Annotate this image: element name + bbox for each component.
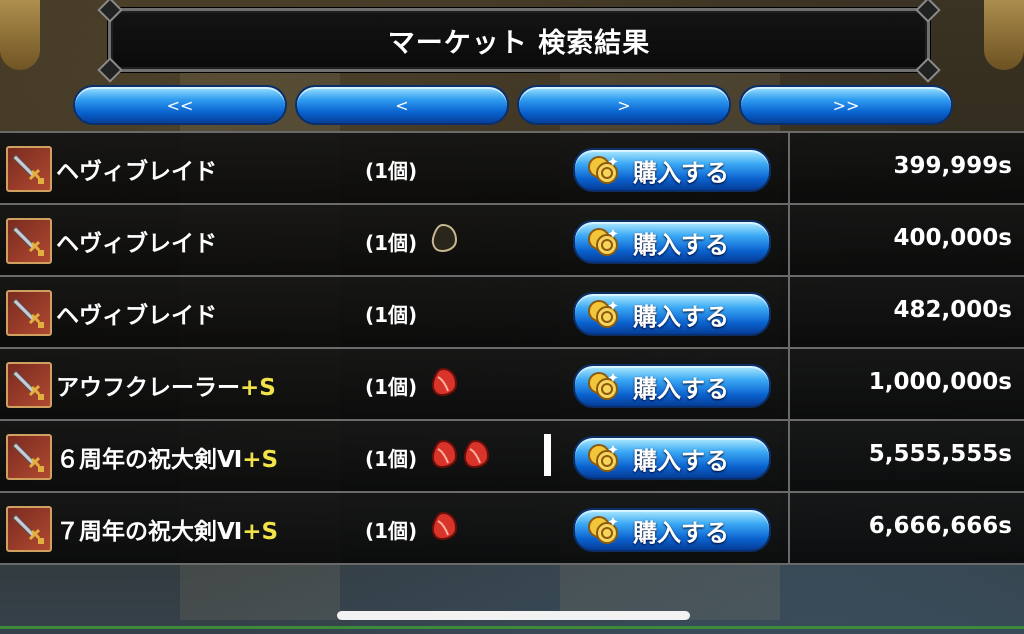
coin-icon xyxy=(587,154,619,186)
sword-icon xyxy=(6,362,52,408)
pagination: << < > >> xyxy=(73,85,953,125)
enhance-suffix: +S xyxy=(240,375,276,401)
buy-button[interactable]: 購入する xyxy=(573,508,771,552)
item-quantity: (1個) xyxy=(365,231,418,255)
listing-row[interactable]: ７周年の祝大剣Ⅵ+S (1個) 購入する 6,666,666s xyxy=(0,491,1024,565)
item-price: 482,000s xyxy=(893,297,1012,323)
gem-slots xyxy=(428,439,490,473)
buy-button-label: 購入する xyxy=(633,446,729,475)
item-price: 399,999s xyxy=(893,153,1012,179)
title-bar: マーケット 検索結果 xyxy=(97,0,941,83)
buy-button[interactable]: 購入する xyxy=(573,220,771,264)
sword-icon xyxy=(6,506,52,552)
prev-page-button[interactable]: < xyxy=(295,85,509,125)
item-name: ７周年の祝大剣Ⅵ+S xyxy=(56,519,279,545)
listing-list: ヘヴィブレイド (1個) 購入する 399,999s ヘヴィブレイド (1個) 購入する 40… xyxy=(0,131,1024,565)
gem-slot-icon xyxy=(428,511,458,545)
gem-slot-icon xyxy=(428,439,458,473)
next-page-button[interactable]: > xyxy=(517,85,731,125)
item-price: 400,000s xyxy=(893,225,1012,251)
coin-icon xyxy=(587,226,619,258)
bottom-bar xyxy=(0,626,1024,629)
column-divider xyxy=(788,493,790,563)
item-name: ６周年の祝大剣Ⅵ+S xyxy=(56,447,279,473)
gem-slot-icon xyxy=(460,439,490,473)
buy-button[interactable]: 購入する xyxy=(573,436,771,480)
coin-icon xyxy=(587,442,619,474)
gem-slot-icon xyxy=(428,367,458,401)
item-price: 5,555,555s xyxy=(868,441,1012,467)
buy-button[interactable]: 購入する xyxy=(573,148,771,192)
coin-icon xyxy=(587,298,619,330)
gem-slots xyxy=(428,511,458,545)
enhance-suffix: +S xyxy=(242,447,279,473)
sword-icon xyxy=(6,290,52,336)
column-divider xyxy=(788,277,790,347)
gem-slots xyxy=(428,367,458,401)
sword-icon xyxy=(6,434,52,480)
listing-row[interactable]: ６周年の祝大剣Ⅵ+S (1個) 購入する 5,555,555s xyxy=(0,419,1024,491)
column-divider xyxy=(788,205,790,275)
column-divider xyxy=(788,133,790,203)
item-quantity: (1個) xyxy=(365,447,418,471)
buy-button[interactable]: 購入する xyxy=(573,364,771,408)
buy-button-label: 購入する xyxy=(633,302,729,331)
item-quantity: (1個) xyxy=(365,375,418,399)
buy-button-label: 購入する xyxy=(633,374,729,403)
item-quantity: (1個) xyxy=(365,159,418,183)
item-quantity: (1個) xyxy=(365,519,418,543)
item-price: 6,666,666s xyxy=(868,513,1012,539)
buy-button-label: 購入する xyxy=(633,230,729,259)
sword-icon xyxy=(6,146,52,192)
gem-slot-icon xyxy=(428,223,458,257)
item-price: 1,000,000s xyxy=(868,369,1012,395)
gem-slots xyxy=(428,223,458,257)
listing-row[interactable]: ヘヴィブレイド (1個) 購入する 400,000s xyxy=(0,203,1024,275)
enhance-suffix: +S xyxy=(242,519,279,545)
item-quantity: (1個) xyxy=(365,303,418,327)
item-name: ヘヴィブレイド xyxy=(56,159,217,185)
buy-button[interactable]: 購入する xyxy=(573,292,771,336)
last-page-button[interactable]: >> xyxy=(739,85,953,125)
column-divider xyxy=(788,421,790,491)
buy-button-label: 購入する xyxy=(633,158,729,187)
item-name: ヘヴィブレイド xyxy=(56,303,217,329)
listing-row[interactable]: アウフクレーラー+S (1個) 購入する 1,000,000s xyxy=(0,347,1024,419)
sword-icon xyxy=(6,218,52,264)
page-title: マーケット 検索結果 xyxy=(387,27,651,59)
listing-row[interactable]: ヘヴィブレイド (1個) 購入する 482,000s xyxy=(0,275,1024,347)
item-name: ヘヴィブレイド xyxy=(56,231,217,257)
listing-row[interactable]: ヘヴィブレイド (1個) 購入する 399,999s xyxy=(0,131,1024,203)
home-indicator[interactable] xyxy=(337,611,690,620)
coin-icon xyxy=(587,514,619,546)
coin-icon xyxy=(587,370,619,402)
first-page-button[interactable]: << xyxy=(73,85,287,125)
column-divider xyxy=(788,349,790,419)
item-name: アウフクレーラー+S xyxy=(56,375,276,401)
scroll-marker xyxy=(544,434,551,476)
buy-button-label: 購入する xyxy=(633,518,729,547)
